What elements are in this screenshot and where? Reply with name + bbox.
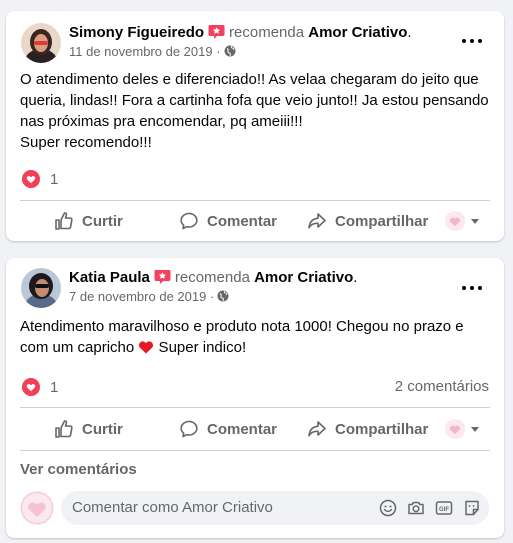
author-name[interactable]: Simony Figueiredo [69, 24, 204, 41]
comment-button[interactable]: Comentar [179, 211, 277, 231]
comment-icon [180, 420, 198, 438]
share-icon [308, 421, 326, 437]
reaction-picker[interactable] [445, 211, 479, 231]
author-avatar[interactable] [21, 268, 61, 308]
recommend-label: recomenda [229, 24, 305, 41]
post-text: Atendimento maravilhoso e produto nota 1… [20, 318, 464, 356]
recommend-label: recomenda [174, 269, 250, 286]
comment-icon [180, 212, 198, 230]
like-button[interactable]: Curtir [54, 211, 123, 231]
post-meta: 7 de novembro de 2019 · [69, 289, 229, 304]
more-options-icon[interactable] [462, 283, 486, 293]
share-icon [308, 213, 326, 229]
reaction-picker[interactable] [445, 419, 479, 439]
comment-placeholder: Comentar como Amor Criativo [72, 499, 273, 516]
comment-input[interactable]: Comentar como Amor Criativo GIF [61, 491, 489, 525]
author-name[interactable]: Katia Paula [69, 269, 150, 286]
like-icon [55, 420, 73, 438]
divider [20, 407, 490, 408]
red-heart-emoji [139, 341, 154, 354]
like-button[interactable]: Curtir [54, 419, 123, 439]
recommend-badge-icon [154, 270, 171, 284]
reactions-summary[interactable]: 1 [22, 377, 58, 397]
chevron-down-icon [471, 426, 479, 432]
post-date[interactable]: 11 de novembro de 2019 [69, 44, 213, 59]
page-avatar-icon [445, 211, 465, 231]
post-meta: 11 de novembro de 2019 · [69, 44, 236, 59]
camera-icon[interactable] [407, 499, 425, 517]
share-button[interactable]: Compartilhar [307, 419, 428, 439]
like-icon [55, 212, 73, 230]
gif-icon[interactable]: GIF [435, 499, 453, 517]
globe-icon [224, 45, 236, 57]
action-bar: Curtir Comentar Compartilhar [6, 207, 504, 233]
post-date[interactable]: 7 de novembro de 2019 [69, 289, 206, 304]
action-bar: Curtir Comentar Compartilhar [6, 415, 504, 441]
divider [20, 450, 490, 451]
globe-icon [217, 290, 229, 302]
divider [20, 200, 490, 201]
more-options-icon[interactable] [462, 36, 486, 46]
love-reaction-icon [22, 170, 40, 188]
post-header: Katia Paula recomenda Amor Criativo. [69, 269, 358, 286]
author-avatar[interactable] [21, 23, 61, 63]
reactions-summary[interactable]: 1 [22, 169, 58, 189]
share-button[interactable]: Compartilhar [307, 211, 428, 231]
review-post-2: Katia Paula recomenda Amor Criativo. 7 de… [6, 258, 504, 538]
recommend-badge-icon [208, 25, 225, 39]
comments-count-link[interactable]: 2 comentários [395, 378, 489, 395]
page-name[interactable]: Amor Criativo [308, 24, 407, 41]
love-reaction-icon [22, 378, 40, 396]
svg-text:GIF: GIF [439, 507, 449, 513]
reactions-count: 1 [50, 170, 59, 188]
sticker-icon[interactable] [463, 499, 481, 517]
page-name[interactable]: Amor Criativo [254, 269, 353, 286]
see-comments-link[interactable]: Ver comentários [20, 461, 137, 478]
page-avatar-icon [20, 491, 54, 525]
chevron-down-icon [471, 218, 479, 224]
emoji-icon[interactable] [379, 499, 397, 517]
page-avatar-icon [445, 419, 465, 439]
review-post-1: Simony Figueiredo recomenda Amor Criativo… [6, 11, 504, 241]
reactions-count: 1 [50, 378, 59, 396]
post-header: Simony Figueiredo recomenda Amor Criativo… [69, 24, 412, 41]
comment-button[interactable]: Comentar [179, 419, 277, 439]
post-text: O atendimento deles e diferenciado!! As … [20, 71, 489, 151]
